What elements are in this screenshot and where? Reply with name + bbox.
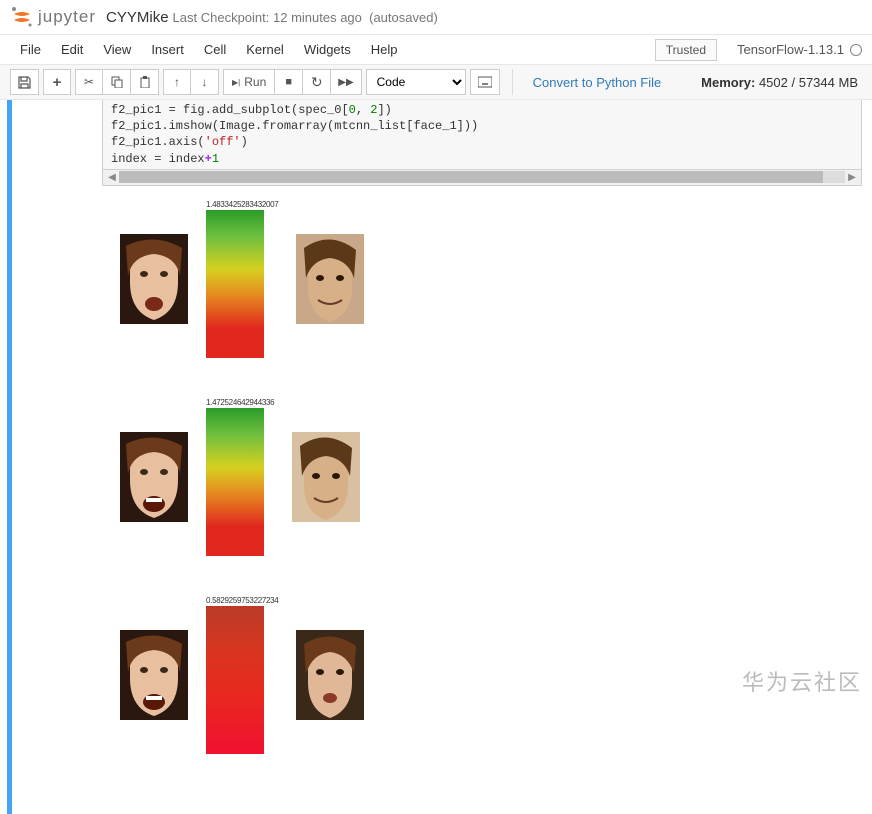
run-button[interactable]: ▶| Run bbox=[223, 69, 275, 95]
checkpoint-text: Last Checkpoint: 12 minutes ago (autosav… bbox=[173, 10, 438, 25]
figure-row: 0.5829259753227234 bbox=[120, 596, 862, 754]
menu-file[interactable]: File bbox=[10, 36, 51, 63]
distance-label: 1.4833425283432007 bbox=[206, 200, 278, 209]
scroll-thumb[interactable] bbox=[119, 171, 823, 183]
save-button[interactable] bbox=[10, 69, 39, 95]
arrow-up-icon: ↑ bbox=[174, 75, 180, 89]
celltype-select[interactable]: Code bbox=[366, 69, 466, 95]
menu-insert[interactable]: Insert bbox=[141, 36, 194, 63]
kernel-name: TensorFlow-1.13.1 bbox=[737, 42, 844, 57]
distance-label: 0.5829259753227234 bbox=[206, 596, 278, 605]
keyboard-icon bbox=[478, 76, 492, 88]
interrupt-button[interactable]: ■ bbox=[275, 69, 303, 95]
memory-indicator: Memory: 4502 / 57344 MB bbox=[701, 75, 858, 90]
stop-icon: ■ bbox=[285, 76, 292, 88]
scroll-left-icon[interactable]: ◀ bbox=[105, 170, 119, 184]
paste-button[interactable] bbox=[131, 69, 159, 95]
colorbar-gradient bbox=[206, 606, 264, 754]
face-image-right bbox=[296, 630, 364, 720]
scroll-right-icon[interactable]: ▶ bbox=[845, 170, 859, 184]
toolbar: + ✂ ↑ ↓ ▶| Run ■ ↻ ▶▶ Code Convert to Py… bbox=[0, 65, 872, 100]
scissors-icon: ✂ bbox=[84, 75, 94, 89]
menu-kernel[interactable]: Kernel bbox=[236, 36, 294, 63]
code-input[interactable]: f2_pic1 = fig.add_subplot(spec_0[0, 2]) … bbox=[102, 100, 862, 170]
run-label: Run bbox=[244, 75, 266, 89]
colorbar-gradient bbox=[206, 210, 264, 358]
cell-output: 1.4833425283432007 bbox=[20, 194, 872, 814]
menubar: File Edit View Insert Cell Kernel Widget… bbox=[0, 35, 872, 65]
face-image-left bbox=[120, 630, 188, 720]
kernel-indicator[interactable]: TensorFlow-1.13.1 bbox=[737, 42, 862, 57]
figure-row: 1.4833425283432007 bbox=[120, 200, 862, 358]
convert-to-python-link[interactable]: Convert to Python File bbox=[533, 75, 662, 90]
menu-cell[interactable]: Cell bbox=[194, 36, 236, 63]
move-down-button[interactable]: ↓ bbox=[191, 69, 219, 95]
menu-widgets[interactable]: Widgets bbox=[294, 36, 361, 63]
face-image-left bbox=[120, 234, 188, 324]
paste-icon bbox=[139, 76, 151, 88]
menu-view[interactable]: View bbox=[93, 36, 141, 63]
kernel-status-icon bbox=[850, 44, 862, 56]
jupyter-logo-text: jupyter bbox=[38, 7, 96, 27]
plus-icon: + bbox=[53, 74, 62, 91]
face-image-right bbox=[292, 432, 360, 522]
command-palette-button[interactable] bbox=[470, 69, 500, 95]
copy-icon bbox=[111, 76, 123, 88]
jupyter-logo-icon bbox=[10, 5, 34, 29]
jupyter-logo[interactable]: jupyter bbox=[10, 5, 96, 29]
menu-edit[interactable]: Edit bbox=[51, 36, 93, 63]
run-icon: ▶| bbox=[232, 78, 240, 87]
move-up-button[interactable]: ↑ bbox=[163, 69, 191, 95]
cut-button[interactable]: ✂ bbox=[75, 69, 103, 95]
trusted-indicator[interactable]: Trusted bbox=[655, 39, 717, 61]
restart-icon: ↻ bbox=[311, 74, 323, 91]
face-image-right bbox=[296, 234, 364, 324]
add-cell-button[interactable]: + bbox=[43, 69, 71, 95]
notebook-title[interactable]: CYYMike bbox=[106, 9, 169, 26]
notebook-header: jupyter CYYMike Last Checkpoint: 12 minu… bbox=[0, 0, 872, 35]
face-image-left bbox=[120, 432, 188, 522]
restart-button[interactable]: ↻ bbox=[303, 69, 331, 95]
figure-row: 1.472524642944336 bbox=[120, 398, 862, 556]
menu-help[interactable]: Help bbox=[361, 36, 408, 63]
distance-label: 1.472524642944336 bbox=[206, 398, 274, 407]
save-icon bbox=[18, 76, 31, 89]
arrow-down-icon: ↓ bbox=[202, 75, 208, 89]
colorbar-gradient bbox=[206, 408, 264, 556]
restart-run-button[interactable]: ▶▶ bbox=[331, 69, 361, 95]
copy-button[interactable] bbox=[103, 69, 131, 95]
fast-forward-icon: ▶▶ bbox=[338, 77, 353, 88]
code-hscrollbar[interactable]: ◀ ▶ bbox=[102, 170, 862, 186]
